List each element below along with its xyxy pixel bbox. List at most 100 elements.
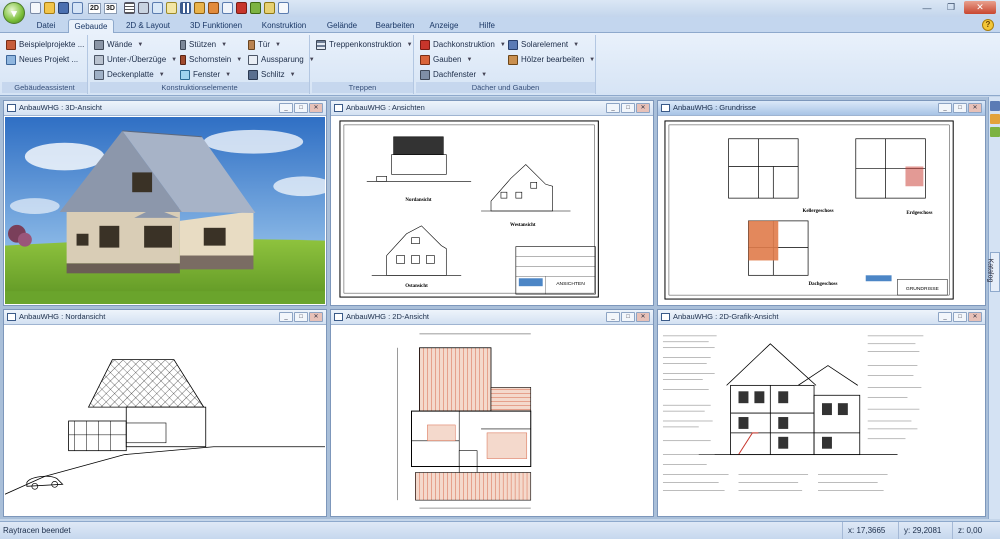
schlitz-button[interactable]: Schlitz ▼ [248,68,296,81]
tuer-label: Tür [258,40,270,49]
restore-button[interactable]: □ [621,312,635,322]
layout-sheet-viewport[interactable]: Nordansicht Westansicht Ostansicht ANSIC… [332,117,652,304]
elevation-viewport[interactable] [5,326,325,515]
close-button[interactable]: ✕ [968,312,982,322]
layers-icon[interactable] [990,127,1000,137]
restore-button[interactable]: □ [953,312,967,322]
window-grundrisse[interactable]: AnbauWHG : Grundrisse _ □ ✕ Kellergescho… [657,100,986,306]
minimize-button[interactable]: _ [938,103,952,113]
window-title: AnbauWHG : 2D-Grafik-Ansicht [673,312,779,321]
unterzuege-button[interactable]: Unter-/Überzüge ▼ [94,53,177,66]
catalog-tab-label: Katalog [986,258,994,283]
app-orb-icon[interactable]: ▾ [3,2,25,24]
close-button[interactable]: ✕ [636,103,650,113]
tab-bearbeiten[interactable]: Bearbeiten [370,19,420,33]
dachfenster-label: Dachfenster [433,70,477,79]
tuer-button[interactable]: Tür ▼ [248,38,281,51]
catalog-tab[interactable]: Katalog [986,252,1000,292]
coordinate-y: y: 29,2081 [898,522,941,539]
treppenkonstruktion-button[interactable]: Treppenkonstruktion ▼ [316,38,413,51]
tab-3d-funktionen[interactable]: 3D Funktionen [184,19,248,33]
gauben-button[interactable]: Gauben ▼ [420,53,472,66]
beispielprojekte-button[interactable]: Beispielprojekte ... [6,38,84,51]
treppenkonstruktion-label: Treppenkonstruktion [329,40,402,49]
window-title-bar[interactable]: AnbauWHG : Grundrisse _ □ ✕ [658,101,985,116]
hoelzer-button[interactable]: Hölzer bearbeiten ▼ [508,53,595,66]
deckenplatte-button[interactable]: Deckenplatte ▼ [94,68,165,81]
minimize-button[interactable]: _ [606,103,620,113]
fenster-button[interactable]: Fenster ▼ [180,68,231,81]
layout-sheet-viewport[interactable]: Kellergeschoss Erdgeschoss Dachgeschoss … [659,117,984,304]
tab-2d-layout[interactable]: 2D & Layout [118,19,178,33]
dachfenster-button[interactable]: Dachfenster ▼ [420,68,487,81]
close-button[interactable]: ✕ [964,1,996,14]
close-button[interactable]: ✕ [968,103,982,113]
close-button[interactable]: ✕ [309,103,323,113]
measure-icon[interactable] [194,2,205,14]
grid-icon[interactable] [166,2,177,14]
lines-icon[interactable] [124,2,135,14]
minimize-button[interactable]: _ [606,312,620,322]
minimize-button[interactable]: _ [279,103,293,113]
neues-projekt-button[interactable]: Neues Projekt ... [6,53,78,66]
restore-button[interactable]: □ [953,103,967,113]
tab-datei[interactable]: Datei [25,19,67,33]
schornstein-button[interactable]: Schornstein ▼ [180,53,242,66]
plan-2d-viewport[interactable] [332,326,652,515]
view-2d-button[interactable]: 2D [88,3,101,14]
graphic-2d-viewport[interactable] [659,326,984,515]
minimize-button[interactable]: _ [279,312,293,322]
window-2d-grafik-ansicht[interactable]: AnbauWHG : 2D-Grafik-Ansicht _ □ ✕ [657,309,986,517]
solarelement-button[interactable]: Solarelement ▼ [508,38,579,51]
restore-button[interactable]: □ [294,103,308,113]
window-3d-ansicht[interactable]: AnbauWHG : 3D-Ansicht _ □ ✕ [3,100,327,306]
window-ansichten[interactable]: AnbauWHG : Ansichten _ □ ✕ Nordansicht W… [330,100,654,306]
tab-gebaude[interactable]: Gebaude [68,19,114,33]
arrow-icon[interactable] [222,2,233,14]
pencil-icon[interactable] [208,2,219,14]
minimize-button[interactable]: _ [938,312,952,322]
render-3d-viewport[interactable] [5,117,325,304]
stuetzen-button[interactable]: Stützen ▼ [180,38,227,51]
aussparung-button[interactable]: Aussparung ▼ [248,53,315,66]
maximize-button[interactable]: ❐ [940,1,962,14]
restore-button[interactable]: □ [294,312,308,322]
window-title-bar[interactable]: AnbauWHG : 3D-Ansicht _ □ ✕ [4,101,326,116]
copy-icon[interactable] [264,2,275,14]
tab-konstruktion[interactable]: Konstruktion [254,19,314,33]
tab-anzeige[interactable]: Anzeige [424,19,464,33]
bars-icon[interactable] [180,2,191,14]
waende-button[interactable]: Wände ▼ [94,38,143,51]
house-icon [6,39,16,50]
view-3d-button[interactable]: 3D [104,3,117,14]
open-folder-icon[interactable] [44,2,55,14]
sheet-label-nord: Nordansicht [405,198,431,203]
close-button[interactable]: ✕ [309,312,323,322]
dropdown-arrow-icon: ▼ [137,41,144,48]
window-icon[interactable] [278,2,289,14]
print-icon[interactable] [138,2,149,14]
tab-gelaende[interactable]: Gelände [320,19,364,33]
beispielprojekte-label: Beispielprojekte ... [19,40,85,49]
close-button[interactable]: ✕ [636,312,650,322]
window-2d-ansicht[interactable]: AnbauWHG : 2D-Ansicht _ □ ✕ [330,309,654,517]
restore-button[interactable]: □ [621,103,635,113]
window-nordansicht[interactable]: AnbauWHG : Nordansicht _ □ ✕ [3,309,327,517]
layer-icon[interactable] [250,2,261,14]
window-title-bar[interactable]: AnbauWHG : Nordansicht _ □ ✕ [4,310,326,325]
window-title-bar[interactable]: AnbauWHG : 2D-Grafik-Ansicht _ □ ✕ [658,310,985,325]
zoom-icon[interactable] [152,2,163,14]
catalog-icon[interactable] [990,101,1000,111]
help-icon[interactable]: ? [982,19,994,31]
undo-icon[interactable] [72,2,83,14]
save-icon[interactable] [58,2,69,14]
dachkonstruktion-button[interactable]: Dachkonstruktion ▼ [420,38,506,51]
window-title-bar[interactable]: AnbauWHG : 2D-Ansicht _ □ ✕ [331,310,653,325]
sheet-label-erd: Erdgeschoss [906,211,932,216]
color-icon[interactable] [236,2,247,14]
tab-hilfe[interactable]: Hilfe [470,19,504,33]
minimize-button[interactable]: — [916,1,938,14]
new-file-icon[interactable] [30,2,41,14]
color-palette-icon[interactable] [990,114,1000,124]
window-title-bar[interactable]: AnbauWHG : Ansichten _ □ ✕ [331,101,653,116]
